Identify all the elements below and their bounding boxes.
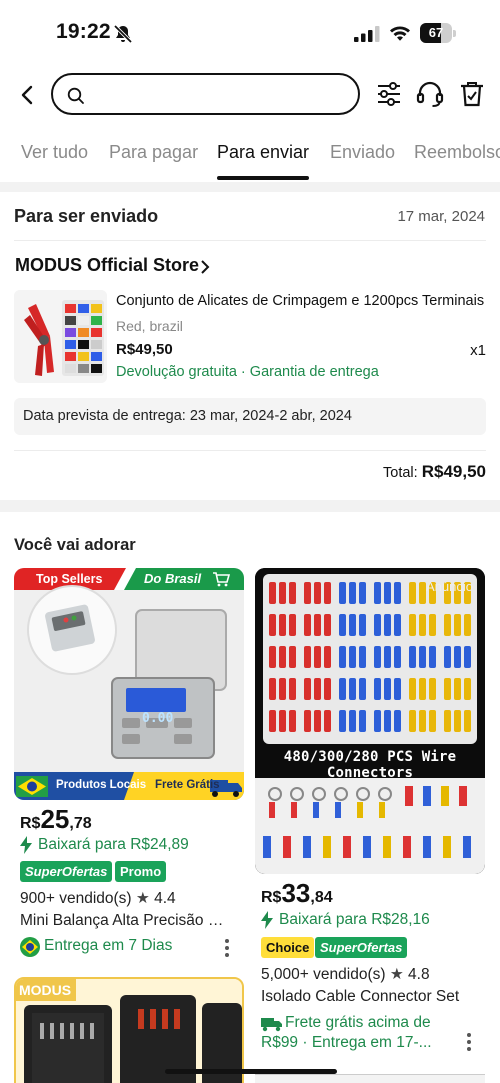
star-icon: ★ — [389, 966, 409, 983]
signal-icon — [354, 26, 380, 42]
badge-choice: Choice — [261, 937, 315, 958]
section-gap — [0, 500, 500, 512]
image-caption: 480/300/280 PCS Wire Connectors — [283, 749, 457, 781]
product-price: R$49,50 — [116, 341, 173, 358]
recommendations-heading: Você vai adorar — [14, 536, 136, 554]
banner-do-brasil: Do Brasil — [144, 571, 202, 586]
badge-superofertas: SuperOfertas — [20, 861, 113, 882]
kebab-icon[interactable] — [224, 938, 230, 958]
divider — [14, 450, 486, 451]
product-card[interactable]: Anúncio 480/300/280 PCS Wire Connectors — [255, 568, 487, 1068]
truck-icon — [261, 1018, 282, 1032]
back-icon[interactable] — [18, 83, 38, 107]
support-icon[interactable] — [416, 80, 444, 108]
tab-para-pagar[interactable]: Para pagar — [109, 142, 198, 163]
product-card[interactable]: Top Sellers Do Brasil 0.00 Produtos Loca… — [14, 568, 246, 968]
price-currency: R$ — [261, 889, 282, 906]
rating: 4.8 — [408, 966, 430, 983]
order-status-heading: Para ser enviado — [14, 206, 159, 226]
product-price: R$33,84 — [261, 878, 333, 909]
shipping-info: Frete grátis acima de — [285, 1014, 431, 1031]
active-tab-indicator — [217, 176, 309, 180]
sold-text: 900+ vendido(s) — [20, 890, 132, 907]
product-name[interactable]: Mini Balança Alta Precisão Digital — [20, 912, 232, 930]
header — [0, 72, 500, 118]
price-decimal: ,78 — [69, 815, 92, 832]
tab-reembolso[interactable]: Reembolso — [414, 142, 500, 163]
price-currency: R$ — [20, 815, 41, 832]
trash-icon[interactable] — [459, 80, 485, 108]
store-name[interactable]: MODUS Official Store — [15, 255, 199, 276]
star-icon: ★ — [135, 890, 155, 907]
price-drop: Baixará para R$28,16 — [279, 911, 430, 928]
status-bar: 19:22 67 — [0, 0, 500, 66]
price-decimal: ,84 — [310, 889, 333, 906]
product-image[interactable] — [14, 290, 107, 383]
tab-para-enviar[interactable]: Para enviar — [217, 142, 309, 163]
sold-count: 5,000+ vendido(s) ★ 4.8 — [261, 965, 430, 984]
search-input[interactable] — [93, 81, 348, 109]
brazil-flag-icon — [16, 776, 48, 797]
banner-top-sellers: Top Sellers — [36, 572, 103, 586]
scale-display: 0.00 — [142, 711, 174, 726]
price-integer: 33 — [281, 878, 311, 908]
home-indicator — [165, 1069, 337, 1074]
divider — [14, 240, 486, 241]
rating: 4.4 — [154, 890, 176, 907]
order-date: 17 mar, 2024 — [397, 208, 485, 225]
delivery-time: Entrega em 7 Dias — [44, 937, 173, 954]
product-quantity: x1 — [470, 342, 486, 359]
price-drop: Baixará para R$24,89 — [38, 836, 189, 853]
total-label: Total: — [383, 465, 418, 481]
wifi-icon — [390, 26, 410, 41]
order-tabs: Ver tudo Para pagar Para enviar Enviado … — [0, 140, 500, 184]
product-variant: Red, brazil — [116, 318, 183, 334]
footer-local-products: Produtos Locais — [56, 779, 147, 791]
product-name[interactable]: Isolado Cable Connector Set — [261, 988, 477, 1006]
product-card-image[interactable]: MODUS — [14, 977, 244, 1083]
bell-slash-icon — [113, 24, 133, 44]
section-gap — [0, 182, 500, 192]
product-price: R$25,78 — [20, 804, 92, 835]
total-value: R$49,50 — [421, 462, 486, 481]
kebab-icon[interactable] — [466, 1032, 472, 1052]
ad-label: Anúncio — [426, 579, 473, 594]
tab-enviado[interactable]: Enviado — [330, 142, 395, 163]
truck-icon — [208, 776, 244, 798]
status-time: 19:22 — [56, 20, 111, 43]
search-icon — [67, 87, 84, 104]
badge-promo: Promo — [115, 861, 167, 882]
brazil-flag-icon — [20, 937, 40, 957]
product-card-image[interactable]: Top Sellers Do Brasil 0.00 Produtos Loca… — [14, 568, 244, 800]
product-card-image[interactable] — [255, 1074, 485, 1083]
battery-level: 67 — [428, 25, 444, 40]
lightning-icon — [261, 911, 273, 929]
shipping-info-2: R$99 · Entrega em 17-... — [261, 1034, 432, 1051]
delivery-estimate: Data prevista de entrega: 23 mar, 2024-2… — [23, 408, 352, 424]
badge-superofertas: SuperOfertas — [315, 937, 408, 958]
battery-icon: 67 — [420, 23, 456, 43]
price-integer: 25 — [40, 804, 70, 834]
tab-ver-tudo[interactable]: Ver tudo — [21, 142, 88, 163]
search-bar[interactable] — [51, 73, 360, 115]
delivery-estimate-box: Data prevista de entrega: 23 mar, 2024-2… — [14, 398, 486, 435]
filter-icon[interactable] — [376, 81, 402, 107]
order-total: Total: R$49,50 — [383, 462, 486, 482]
product-title[interactable]: Conjunto de Alicates de Crimpagem e 1200… — [116, 293, 488, 309]
cart-icon — [213, 572, 230, 587]
chevron-right-icon[interactable] — [200, 260, 210, 274]
sold-count: 900+ vendido(s) ★ 4.4 — [20, 889, 176, 908]
lightning-icon — [20, 836, 32, 854]
product-card[interactable] — [255, 1074, 487, 1083]
service-guarantee: Devolução gratuita · Garantia de entrega — [116, 364, 379, 380]
product-card[interactable]: MODUS — [14, 977, 246, 1083]
terminal-samples — [263, 786, 471, 858]
product-card-image[interactable]: Anúncio 480/300/280 PCS Wire Connectors — [255, 568, 485, 874]
brand-tag: MODUS — [19, 982, 72, 998]
sold-text: 5,000+ vendido(s) — [261, 966, 386, 983]
